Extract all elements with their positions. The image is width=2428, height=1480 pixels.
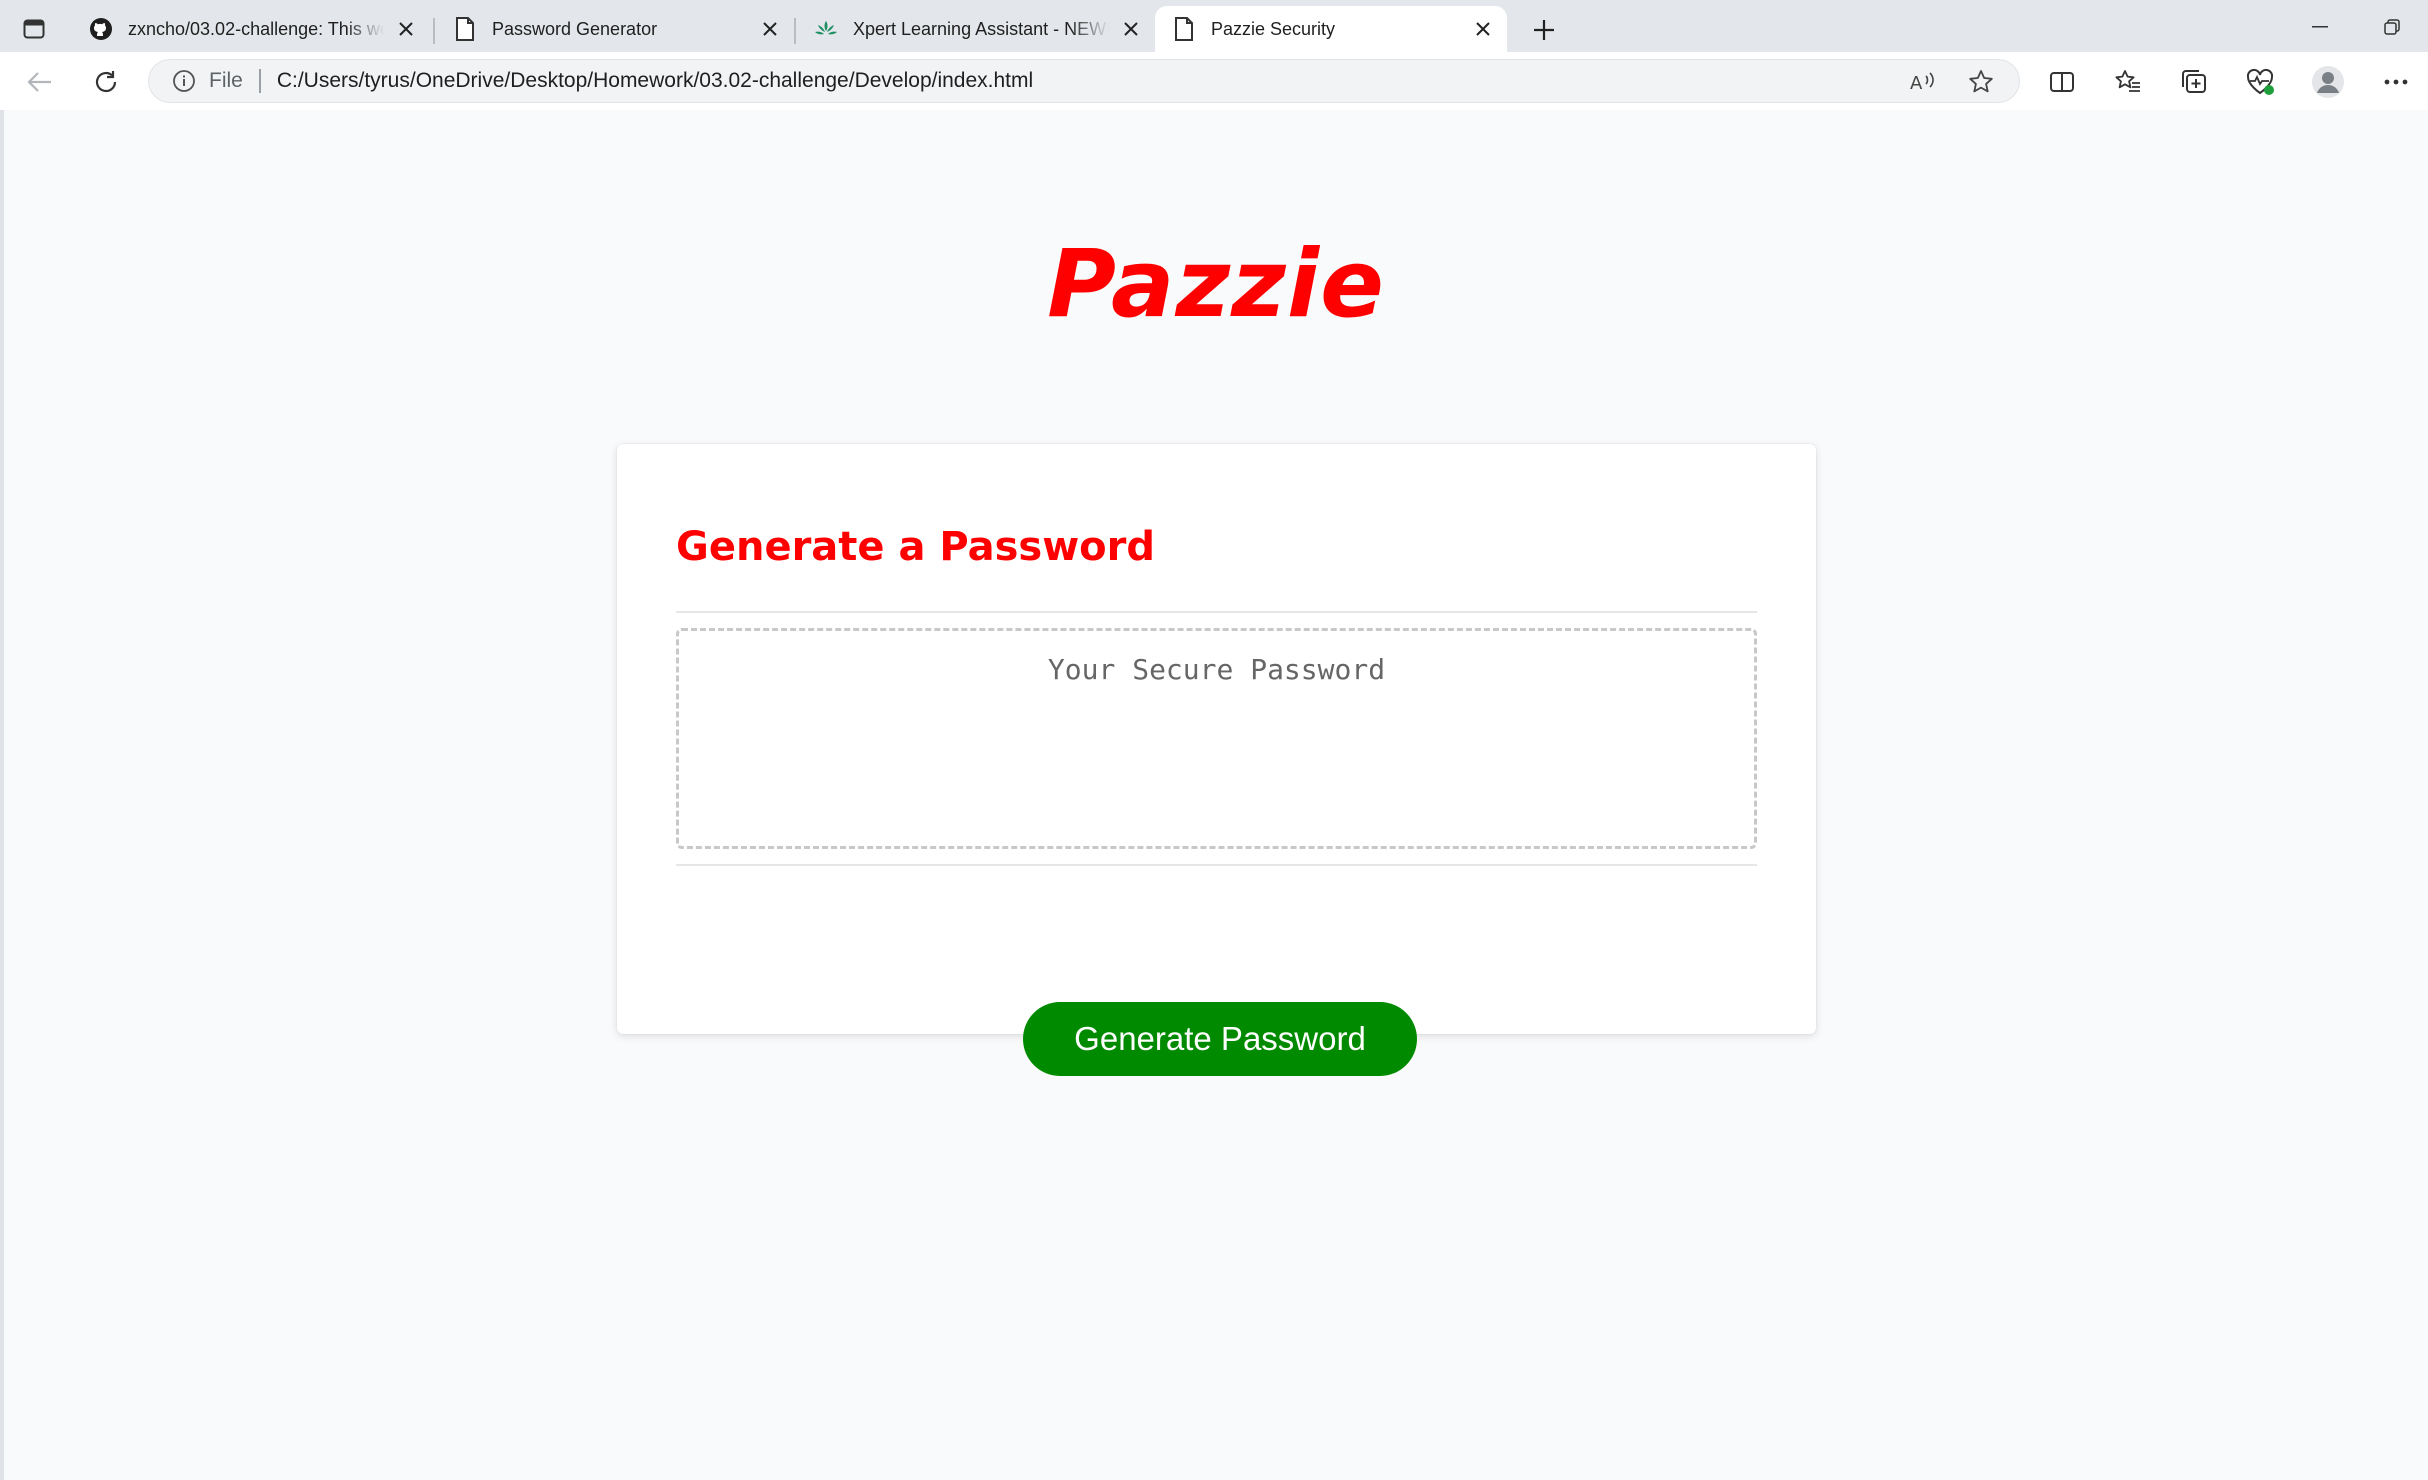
github-icon bbox=[88, 16, 114, 42]
read-aloud-icon[interactable]: A bbox=[1903, 62, 1943, 102]
collections-button[interactable] bbox=[2174, 62, 2214, 102]
tab-title: Pazzie Security bbox=[1211, 18, 1336, 39]
split-screen-icon bbox=[2050, 72, 2074, 92]
close-icon[interactable] bbox=[1469, 15, 1497, 43]
restore-button[interactable] bbox=[2372, 10, 2412, 44]
browser-essentials-button[interactable] bbox=[2240, 62, 2280, 102]
brand-title: Pazzie bbox=[1047, 230, 1385, 339]
settings-more-button[interactable] bbox=[2376, 62, 2416, 102]
close-icon[interactable] bbox=[756, 15, 784, 43]
collections-icon bbox=[2182, 70, 2206, 93]
address-bar[interactable]: File C:/Users/tyrus/OneDrive/Desktop/Hom… bbox=[148, 59, 2020, 103]
tab-xpert-learning-assistant[interactable]: Xpert Learning Assistant - NEW! bbox=[797, 6, 1155, 52]
tab-separator bbox=[433, 18, 435, 44]
favorites-list-icon bbox=[2115, 70, 2140, 92]
refresh-button[interactable] bbox=[86, 62, 126, 102]
tab-title: Password Generator bbox=[492, 18, 658, 39]
browser-toolbar: File C:/Users/tyrus/OneDrive/Desktop/Hom… bbox=[0, 52, 2428, 110]
footer-divider bbox=[676, 864, 1757, 866]
favorite-star-icon[interactable] bbox=[1961, 62, 2001, 102]
password-card: Generate a Password Generate Password bbox=[617, 444, 1816, 1076]
tab-strip: zxncho/03.02-challenge: This week Passwo… bbox=[0, 0, 2428, 58]
info-icon[interactable] bbox=[171, 68, 197, 94]
header-divider bbox=[676, 611, 1757, 613]
heart-pulse-icon bbox=[2246, 68, 2274, 95]
profile-button[interactable] bbox=[2308, 62, 2348, 102]
generate-password-button[interactable]: Generate Password bbox=[1023, 1002, 1417, 1076]
minimize-button[interactable] bbox=[2300, 10, 2340, 44]
avatar-icon bbox=[2312, 66, 2344, 98]
address-url[interactable]: C:/Users/tyrus/OneDrive/Desktop/Homework… bbox=[277, 69, 1033, 93]
refresh-icon bbox=[95, 71, 117, 93]
card-heading: Generate a Password bbox=[676, 524, 1156, 570]
more-dots-icon bbox=[2384, 79, 2408, 85]
split-screen-button[interactable] bbox=[2042, 62, 2082, 102]
password-output[interactable] bbox=[676, 628, 1757, 849]
tab-github[interactable]: zxncho/03.02-challenge: This week bbox=[72, 6, 430, 52]
tab-title: Xpert Learning Assistant - NEW! bbox=[853, 18, 1109, 39]
tab-actions-icon bbox=[23, 19, 45, 39]
back-button[interactable] bbox=[20, 62, 60, 102]
address-divider bbox=[258, 69, 261, 93]
tab-actions-button[interactable] bbox=[18, 14, 50, 44]
tab-title: zxncho/03.02-challenge: This week bbox=[128, 18, 384, 39]
back-arrow-icon bbox=[27, 72, 51, 92]
page-viewport: Pazzie Generate a Password Generate Pass… bbox=[4, 110, 2428, 1480]
page-icon bbox=[452, 16, 478, 42]
new-tab-button[interactable] bbox=[1526, 12, 1562, 48]
address-scheme-label: File bbox=[209, 69, 243, 92]
svg-text:A: A bbox=[1910, 73, 1923, 94]
tab-separator bbox=[794, 18, 796, 44]
xpert-icon bbox=[813, 16, 839, 42]
favorites-button[interactable] bbox=[2108, 62, 2148, 102]
minimize-icon bbox=[2312, 26, 2328, 28]
tab-pazzie-security[interactable]: Pazzie Security bbox=[1155, 6, 1507, 52]
page-icon bbox=[1171, 16, 1197, 42]
tab-password-generator[interactable]: Password Generator bbox=[436, 6, 794, 52]
restore-icon bbox=[2384, 19, 2400, 35]
close-icon[interactable] bbox=[392, 15, 420, 43]
close-icon[interactable] bbox=[1117, 15, 1145, 43]
plus-icon bbox=[1534, 20, 1554, 40]
